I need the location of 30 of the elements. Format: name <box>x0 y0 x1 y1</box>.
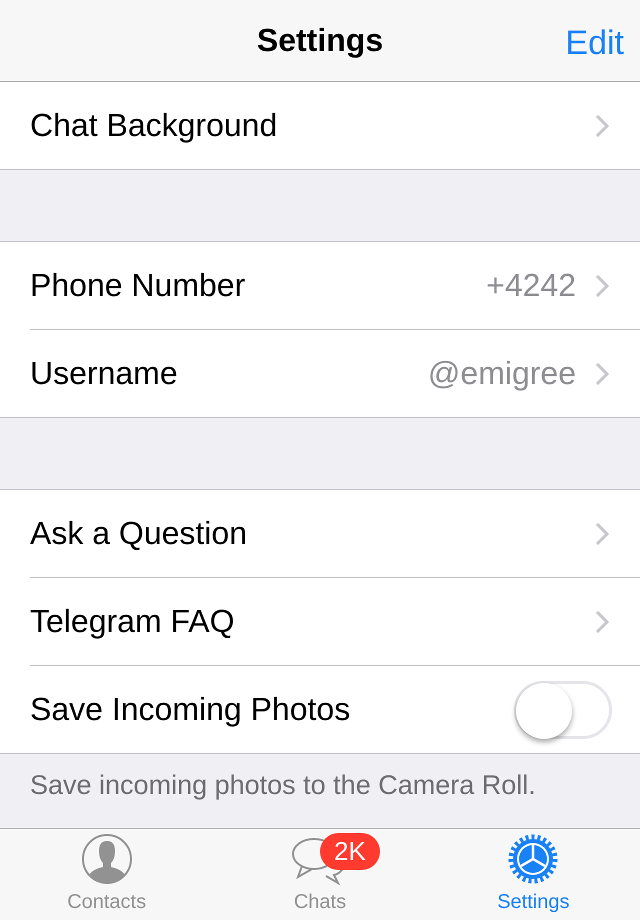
chevron-icon <box>594 112 610 139</box>
row-label: Chat Background <box>30 107 278 144</box>
tab-label: Contacts <box>67 891 146 914</box>
row-label: Telegram FAQ <box>30 603 235 640</box>
row-label: Phone Number <box>30 267 246 304</box>
settings-row[interactable]: Phone Number +4242 <box>30 242 640 330</box>
tab[interactable]: 2K Chats <box>213 829 427 920</box>
tab[interactable]: Settings <box>426 829 640 920</box>
settings-row[interactable]: Username @emigree <box>30 330 640 418</box>
row-label: Save Incoming Photos <box>30 691 350 728</box>
settings-row[interactable]: Save Incoming Photos <box>30 666 640 754</box>
unread-badge: 2K <box>320 833 380 870</box>
settings-row[interactable]: Telegram FAQ <box>30 578 640 666</box>
person-icon <box>80 833 133 885</box>
settings-row[interactable]: Ask a Question <box>30 490 640 578</box>
chevron-icon <box>594 272 610 299</box>
settings-icon <box>507 833 560 885</box>
row-value: +4242 <box>486 267 576 304</box>
chevron-icon <box>594 520 610 547</box>
settings-row[interactable]: Chat Background <box>30 82 640 170</box>
chevron-icon <box>594 608 610 635</box>
tab-label: Chats <box>294 891 346 914</box>
row-label: Ask a Question <box>30 515 247 552</box>
toggle-switch[interactable] <box>514 680 612 739</box>
chevron-icon <box>594 360 610 387</box>
row-label: Username <box>30 355 178 392</box>
screen-title: Settings <box>256 22 384 60</box>
tab-label: Settings <box>497 891 570 914</box>
row-value: @emigree <box>428 355 576 392</box>
edit-button[interactable]: Edit <box>565 24 624 63</box>
